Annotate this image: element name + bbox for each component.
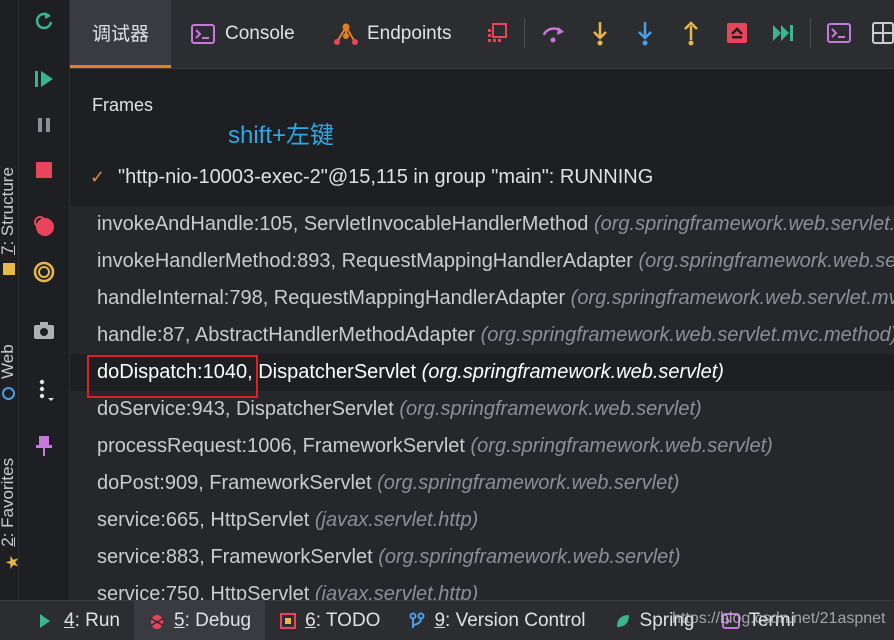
step-into-icon[interactable] [587,20,613,46]
camera-icon[interactable] [31,318,57,344]
frame-row[interactable]: invokeHandlerMethod:893, RequestMappingH… [70,243,894,280]
frame-row[interactable]: handleInternal:798, RequestMappingHandle… [70,280,894,317]
mute-breakpoints-icon[interactable] [31,259,57,285]
pin-icon[interactable] [31,433,57,459]
frame-row[interactable]: service:883, FrameworkServlet (org.sprin… [70,539,894,576]
tab-console[interactable]: Console [191,0,295,68]
web-icon [2,387,16,400]
toolbar-separator [810,18,811,48]
web-tab[interactable]: Web [0,344,18,400]
frame-row[interactable]: handle:87, AbstractHandlerMethodAdapter … [70,317,894,354]
star-icon: ★ [2,554,22,570]
resume-icon[interactable] [31,66,57,92]
run-tab[interactable]: 4: Run [0,601,134,640]
todo-tab[interactable]: 6: TODO [265,601,394,640]
left-tool-strip: 7: Structure Web ★2: Favorites [0,0,22,600]
debug-side-toolbar [19,0,70,600]
debug-icon [148,612,166,630]
frame-row[interactable]: service:750, HttpServlet (javax.servlet.… [70,576,894,600]
toolbar-separator [524,18,525,48]
stop-icon[interactable] [31,157,57,183]
thread-selector[interactable]: ✓ "http-nio-10003-exec-2"@15,115 in grou… [70,158,894,196]
console-icon [191,22,215,46]
watermark: https://blog.csdn.net/21aspnet [672,610,886,627]
thread-label: "http-nio-10003-exec-2"@15,115 in group … [118,165,654,188]
step-out-icon[interactable] [678,20,704,46]
structure-tab[interactable]: 7: Structure [0,167,18,275]
version-control-icon [408,612,426,630]
run-to-cursor-icon[interactable] [770,20,796,46]
version-control-tab[interactable]: 9: Version Control [394,601,599,640]
step-over-icon[interactable] [541,20,567,46]
more-icon[interactable] [31,377,57,403]
highlight-box [87,355,258,398]
tab-endpoints[interactable]: Endpoints [333,0,452,68]
view-breakpoints-icon[interactable] [31,213,57,239]
calculator-icon[interactable] [870,20,894,46]
frame-row[interactable]: processRequest:1006, FrameworkServlet (o… [70,428,894,465]
endpoints-icon [333,22,358,46]
frames-list: invokeAndHandle:105, ServletInvocableHan… [70,206,894,600]
drop-frame-icon[interactable] [724,20,750,46]
frame-row[interactable]: service:665, HttpServlet (javax.servlet.… [70,502,894,539]
debug-toolbar: 调试器 Console Endpoints [70,0,894,69]
frames-title: Frames [92,95,154,115]
run-icon [38,612,56,630]
rerun-icon[interactable] [31,8,57,34]
todo-icon [279,612,297,630]
spring-icon [614,612,632,630]
check-icon: ✓ [90,166,106,187]
pause-icon[interactable] [31,112,57,138]
force-step-into-icon[interactable] [632,20,658,46]
annotation-text: shift+左键 [228,122,335,149]
favorites-tab[interactable]: ★2: Favorites [0,458,22,570]
tab-debugger[interactable]: 调试器 [70,0,172,68]
structure-icon [2,263,15,275]
frame-row[interactable]: doPost:909, FrameworkServlet (org.spring… [70,465,894,502]
debug-tab[interactable]: 5: Debug [134,601,266,640]
evaluate-expression-icon[interactable] [826,20,852,46]
frame-row[interactable]: invokeAndHandle:105, ServletInvocableHan… [70,206,894,243]
frames-layout-icon[interactable] [484,20,510,46]
